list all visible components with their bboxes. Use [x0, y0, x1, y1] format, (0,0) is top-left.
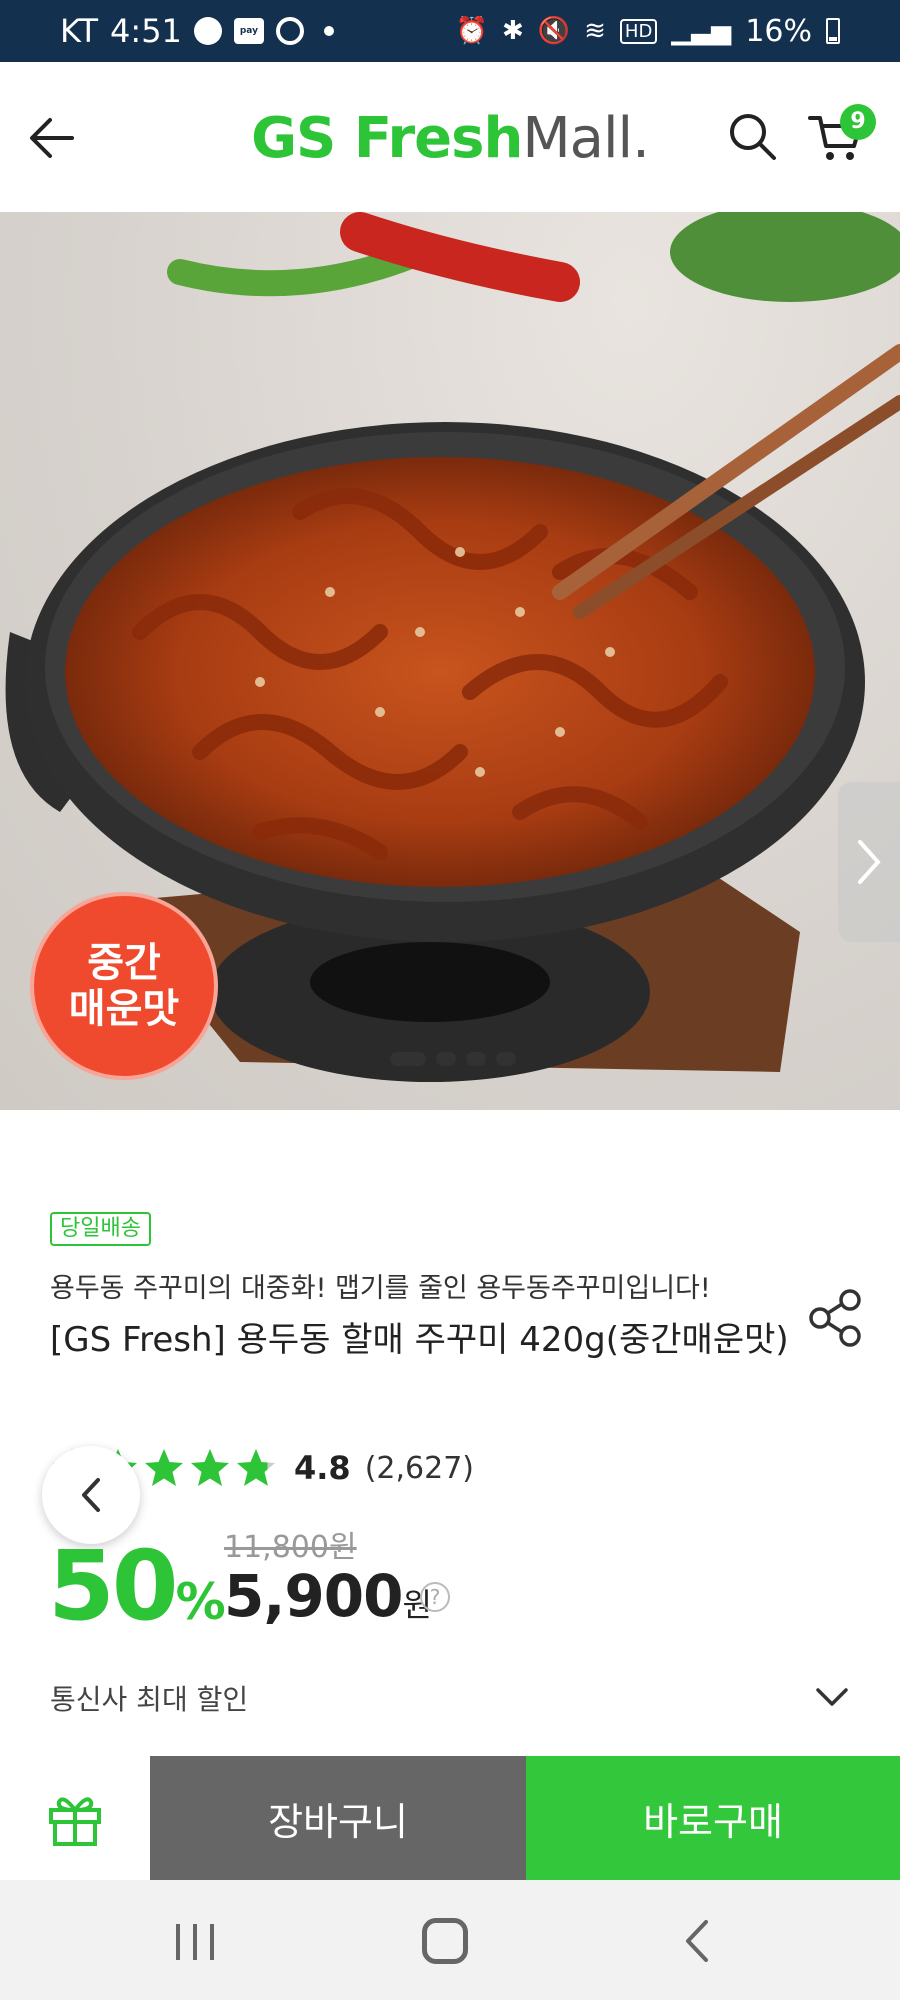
hd-voice-icon: HD — [619, 18, 658, 44]
logo-secondary: Mall. — [522, 106, 650, 171]
system-nav-bar — [0, 1880, 900, 2000]
chevron-right-icon — [858, 840, 881, 884]
product-title: [GS Fresh] 용두동 할매 주꾸미 420g(중간매운맛) — [50, 1320, 789, 1360]
purchase-action-bar: 장바구니 바로구매 — [0, 1756, 900, 1880]
discount-rate: 50% — [48, 1530, 226, 1642]
telecom-discount-label[interactable]: 통신사 최대 할인 — [50, 1678, 248, 1718]
signal-icon: ▁▃▅ — [671, 16, 732, 46]
carousel-dot[interactable] — [496, 1052, 516, 1066]
home-icon[interactable] — [422, 1918, 468, 1964]
pay-app-icon: pay — [233, 18, 264, 44]
bluetooth-icon: ✱ — [501, 16, 524, 46]
app-header: GS FreshMall. 9 — [0, 62, 900, 212]
product-image[interactable]: 중간 매운맛 — [0, 212, 900, 1110]
review-count[interactable]: (2,627) — [365, 1451, 474, 1486]
wifi-icon: ≋ — [584, 16, 606, 46]
carousel-dot[interactable] — [466, 1052, 486, 1066]
status-bar: KT 4:51 pay ⏰ ✱ 🔇 ≋ HD ▁▃▅ 16% — [0, 0, 900, 62]
clock: 4:51 — [110, 12, 182, 50]
cart-count-badge: 9 — [840, 104, 876, 140]
spicy-badge-line2: 매운맛 — [68, 986, 180, 1032]
share-icon[interactable] — [808, 1288, 864, 1348]
carousel-next-button[interactable] — [838, 782, 900, 942]
discount-number: 50 — [48, 1530, 179, 1642]
alarm-icon: ⏰ — [455, 16, 488, 46]
spicy-badge-line1: 중간 — [87, 940, 161, 986]
logo-primary: GS Fresh — [251, 106, 523, 171]
original-price: 11,800원 — [224, 1530, 357, 1565]
nav-back-icon[interactable] — [678, 1916, 718, 1966]
discount-symbol: % — [175, 1573, 226, 1631]
carousel-dot[interactable] — [390, 1052, 426, 1066]
star-icon — [237, 1449, 275, 1486]
battery-icon — [826, 18, 840, 44]
notification-dot-icon — [323, 26, 334, 36]
mute-icon: 🔇 — [537, 16, 571, 46]
same-day-delivery-badge: 당일배송 — [50, 1212, 151, 1246]
carrier-label: KT — [60, 12, 99, 50]
rating-value: 4.8 — [294, 1449, 351, 1487]
search-icon[interactable] — [726, 110, 778, 162]
add-to-cart-button[interactable]: 장바구니 — [150, 1756, 526, 1880]
battery-percent: 16% — [745, 13, 812, 49]
sale-price-number: 5,900 — [224, 1562, 403, 1630]
buy-now-button[interactable]: 바로구매 — [526, 1756, 900, 1880]
carousel-indicator — [390, 1052, 516, 1066]
settings-ring-icon — [275, 17, 304, 45]
gift-icon — [49, 1797, 101, 1846]
sale-price: 5,900원 — [224, 1562, 432, 1630]
chat-bubble-icon — [193, 17, 222, 45]
star-icon — [191, 1449, 229, 1486]
recent-apps-icon[interactable] — [170, 1922, 220, 1962]
carousel-dot[interactable] — [436, 1052, 456, 1066]
chevron-down-icon[interactable] — [812, 1682, 852, 1712]
gift-button[interactable] — [0, 1756, 150, 1880]
product-subtitle: 용두동 주꾸미의 대중화! 맵기를 줄인 용두동주꾸미입니다! — [50, 1273, 711, 1304]
price-help-icon[interactable]: ? — [420, 1582, 450, 1612]
spicy-level-badge: 중간 매운맛 — [30, 892, 218, 1080]
star-icon — [145, 1449, 183, 1486]
